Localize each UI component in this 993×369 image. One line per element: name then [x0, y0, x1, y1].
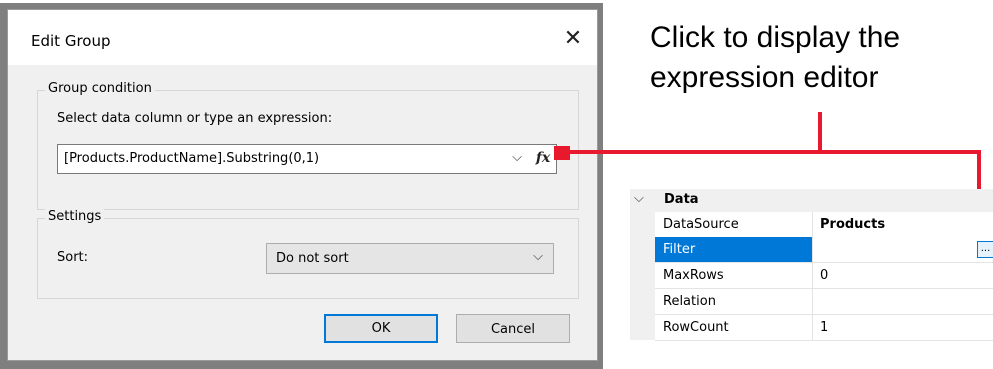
- property-row-maxrows[interactable]: MaxRows 0: [655, 263, 993, 289]
- property-name: MaxRows: [655, 263, 813, 288]
- property-name: Filter: [655, 237, 813, 262]
- property-gutter: [630, 212, 655, 340]
- property-name: Relation: [655, 289, 813, 314]
- screenshot-frame: Edit Group ✕ Group condition Select data…: [0, 0, 993, 369]
- connector-anchor: [554, 146, 570, 160]
- chevron-down-icon[interactable]: ⌵: [634, 191, 644, 206]
- property-value: 1: [820, 320, 829, 335]
- property-row-filter[interactable]: Filter ...: [655, 237, 993, 263]
- property-name: DataSource: [655, 212, 813, 237]
- property-value: 0: [820, 268, 829, 283]
- property-grid: ⌵ Data DataSource Products Filter ... Ma…: [630, 189, 993, 341]
- filter-ellipsis-button[interactable]: ...: [977, 241, 993, 258]
- category-row-data[interactable]: ⌵ Data: [630, 189, 993, 212]
- property-value: Products: [820, 217, 886, 232]
- property-name: RowCount: [655, 315, 813, 340]
- category-label: Data: [664, 192, 699, 207]
- property-row-relation[interactable]: Relation: [655, 289, 993, 315]
- property-row-rowcount[interactable]: RowCount 1: [655, 315, 993, 341]
- property-row-datasource[interactable]: DataSource Products: [655, 212, 993, 238]
